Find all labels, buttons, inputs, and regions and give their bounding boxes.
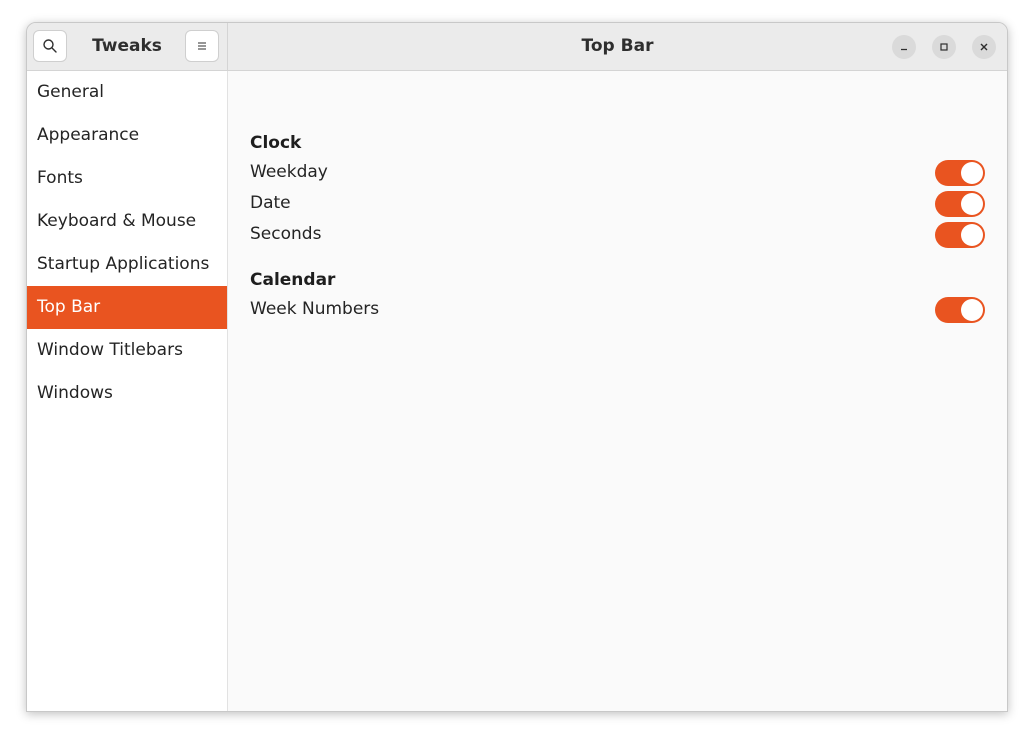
- sidebar-item-startup-applications[interactable]: Startup Applications: [27, 243, 227, 286]
- section-title-calendar: Calendar: [250, 270, 336, 290]
- sidebar-item-keyboard-mouse[interactable]: Keyboard & Mouse: [27, 200, 227, 243]
- section-title-clock: Clock: [250, 133, 302, 153]
- sidebar-item-appearance[interactable]: Appearance: [27, 114, 227, 157]
- weekday-switch[interactable]: [935, 160, 985, 186]
- switch-knob: [961, 224, 983, 246]
- switch-knob: [961, 162, 983, 184]
- sidebar-item-windows[interactable]: Windows: [27, 372, 227, 415]
- maximize-icon: [940, 43, 948, 51]
- week-numbers-switch[interactable]: [935, 297, 985, 323]
- switch-knob: [961, 299, 983, 321]
- sidebar-header: Tweaks: [27, 23, 228, 70]
- seconds-switch[interactable]: [935, 222, 985, 248]
- row-label-week-numbers: Week Numbers: [250, 299, 380, 319]
- close-icon: [980, 43, 988, 51]
- hamburger-menu-icon: [198, 42, 206, 50]
- sidebar-item-fonts[interactable]: Fonts: [27, 157, 227, 200]
- page-title: Top Bar: [581, 36, 654, 56]
- top-bar-settings: Clock Weekday Date Seconds Calendar Week…: [228, 71, 1007, 711]
- menu-button[interactable]: [185, 30, 219, 62]
- tweaks-window: Tweaks Top Bar General Appearance Fonts …: [26, 22, 1008, 712]
- row-label-weekday: Weekday: [250, 162, 328, 182]
- minimize-button[interactable]: [892, 35, 916, 59]
- switch-knob: [961, 193, 983, 215]
- row-label-seconds: Seconds: [250, 224, 322, 244]
- sidebar: General Appearance Fonts Keyboard & Mous…: [27, 71, 228, 711]
- sidebar-item-window-titlebars[interactable]: Window Titlebars: [27, 329, 227, 372]
- sidebar-item-top-bar[interactable]: Top Bar: [27, 286, 227, 329]
- search-icon: [43, 39, 57, 53]
- search-button[interactable]: [33, 30, 67, 62]
- sidebar-item-general[interactable]: General: [27, 71, 227, 114]
- app-title: Tweaks: [92, 36, 162, 56]
- date-switch[interactable]: [935, 191, 985, 217]
- close-button[interactable]: [972, 35, 996, 59]
- header-bar: Tweaks Top Bar: [27, 23, 1007, 71]
- minimize-icon: [901, 48, 907, 51]
- maximize-button[interactable]: [932, 35, 956, 59]
- row-label-date: Date: [250, 193, 291, 213]
